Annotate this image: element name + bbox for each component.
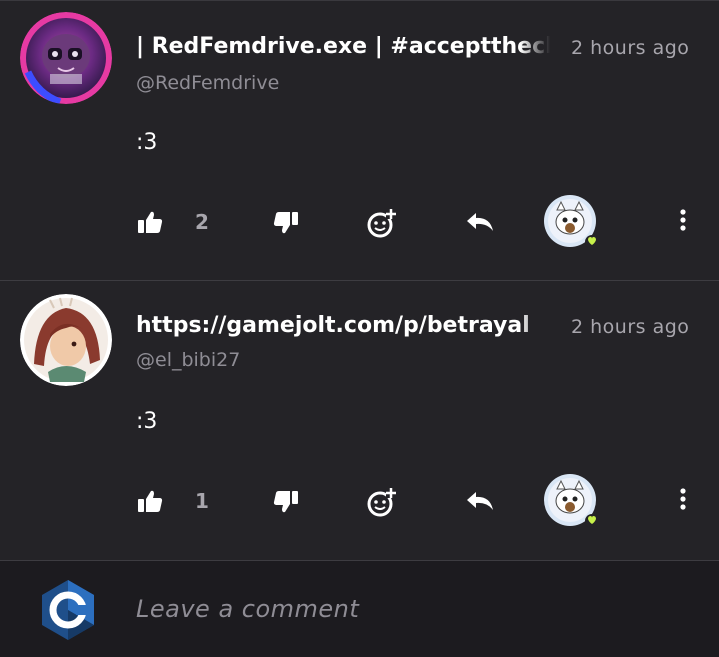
add-reaction-button[interactable]: [365, 206, 399, 240]
comment-body: :3: [136, 409, 158, 434]
name-fade: [520, 30, 550, 64]
author-name-text[interactable]: | RedFemdrive.exe | #acceptthech: [136, 34, 550, 59]
more-options-icon: [680, 209, 686, 231]
like-icon: [138, 490, 163, 512]
comment-timestamp[interactable]: 2 hours ago: [571, 33, 689, 63]
reply-icon: [467, 213, 493, 231]
name-fade: [520, 309, 550, 343]
comment-author-handle[interactable]: @el_bibi27: [136, 347, 240, 373]
comment-input[interactable]: Leave a comment: [136, 592, 359, 626]
dislike-icon: [273, 212, 298, 234]
comment-body: :3: [136, 130, 158, 155]
comment-composer: Leave a comment: [0, 561, 719, 657]
comment-actions: 1: [0, 471, 719, 531]
more-options-button[interactable]: [673, 481, 693, 521]
reply-icon: [467, 492, 493, 510]
reactor-avatar[interactable]: [543, 473, 599, 528]
reactor-avatar[interactable]: [543, 194, 599, 249]
reply-button[interactable]: [464, 208, 496, 236]
like-count: 1: [195, 489, 209, 513]
reply-button[interactable]: [464, 487, 496, 515]
dislike-button[interactable]: [272, 209, 300, 237]
add-reaction-button[interactable]: [365, 485, 399, 519]
like-icon: [138, 211, 163, 233]
user-avatar[interactable]: [38, 578, 98, 642]
add-reaction-icon: [367, 209, 396, 238]
add-reaction-icon: [367, 488, 396, 517]
top-border: [0, 0, 719, 1]
comment-actions: 2: [0, 192, 719, 252]
author-name-text[interactable]: https://gamejolt.com/p/betrayal: [136, 313, 530, 338]
avatar[interactable]: [20, 294, 112, 386]
comment-author-name[interactable]: https://gamejolt.com/p/betrayal: [136, 309, 550, 343]
comment-author-name[interactable]: | RedFemdrive.exe | #acceptthech: [136, 30, 550, 64]
c-logo-icon: [42, 580, 94, 640]
like-button[interactable]: [136, 208, 164, 236]
more-options-icon: [680, 488, 686, 510]
dislike-icon: [273, 491, 298, 513]
comment-divider: [0, 280, 719, 281]
like-button[interactable]: [136, 487, 164, 515]
comment-timestamp[interactable]: 2 hours ago: [571, 312, 689, 342]
like-count: 2: [195, 210, 209, 234]
dislike-button[interactable]: [272, 488, 300, 516]
comment-author-handle[interactable]: @RedFemdrive: [136, 70, 279, 96]
more-options-button[interactable]: [673, 202, 693, 242]
avatar[interactable]: [20, 12, 112, 104]
